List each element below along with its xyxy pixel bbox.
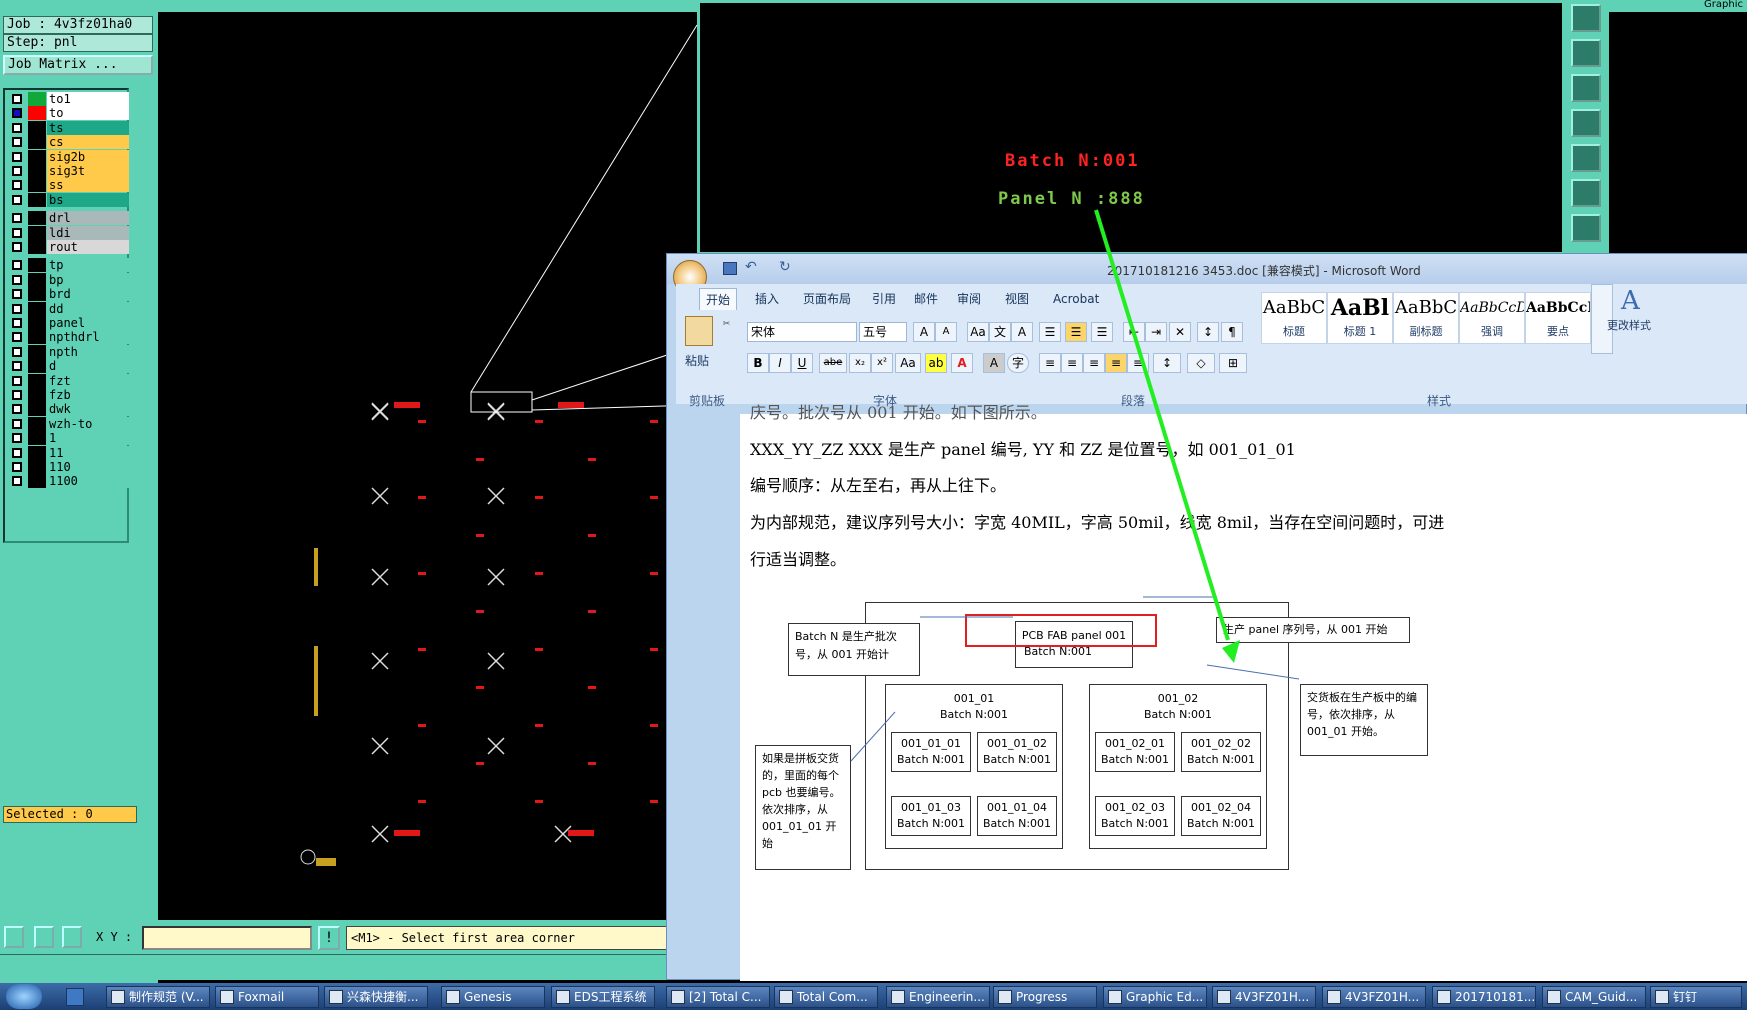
taskbar-item-label: Graphic Ed...	[1126, 990, 1204, 1004]
taskbar-item-2[interactable]: 兴森快捷衡...	[324, 986, 428, 1008]
taskbar-item-label: Genesis	[464, 990, 512, 1004]
app-icon	[671, 990, 685, 1004]
taskbar-item-11[interactable]: 4V3FZ01H...	[1322, 986, 1426, 1008]
taskbar-item-7[interactable]: Engineerin...	[886, 986, 990, 1008]
taskbar-item-5[interactable]: [2] Total C...	[666, 986, 770, 1008]
taskbar-item-label: 4V3FZ01H...	[1345, 990, 1420, 1004]
app-icon	[220, 990, 234, 1004]
green-pointer-arrow	[1094, 209, 1240, 663]
app-icon	[556, 990, 570, 1004]
taskbar-item-label: Progress	[1016, 990, 1068, 1004]
app-icon	[998, 990, 1012, 1004]
app-icon	[1547, 990, 1561, 1004]
taskbar-item-label: [2] Total C...	[689, 990, 762, 1004]
taskbar: 制作规范 (V... Foxmail 兴森快捷衡... Genesis EDS工程系统 […	[0, 983, 1747, 1010]
taskbar-item-1[interactable]: Foxmail	[215, 986, 319, 1008]
taskbar-item-8[interactable]: Progress	[993, 986, 1097, 1008]
app-icon	[1327, 990, 1341, 1004]
app-icon	[1437, 990, 1451, 1004]
app-icon	[446, 990, 460, 1004]
app-icon	[1655, 990, 1669, 1004]
taskbar-item-label: 201710181...	[1455, 990, 1536, 1004]
start-button[interactable]	[6, 984, 42, 1009]
app-icon	[1217, 990, 1231, 1004]
taskbar-item-label: 钉钉	[1673, 990, 1698, 1004]
taskbar-item-label: 制作规范 (V...	[129, 990, 204, 1004]
taskbar-item-13[interactable]: CAM_Guid...	[1542, 986, 1646, 1008]
taskbar-item-10[interactable]: 4V3FZ01H...	[1212, 986, 1316, 1008]
app-icon	[329, 990, 343, 1004]
app-icon	[111, 990, 125, 1004]
quicklaunch-icon[interactable]	[66, 988, 84, 1006]
app-icon	[779, 990, 793, 1004]
taskbar-item-label: Foxmail	[238, 990, 285, 1004]
taskbar-item-3[interactable]: Genesis	[441, 986, 545, 1008]
taskbar-item-14[interactable]: 钉钉	[1650, 986, 1742, 1008]
taskbar-item-label: 兴森快捷衡...	[347, 990, 419, 1004]
taskbar-item-0[interactable]: 制作规范 (V...	[106, 986, 210, 1008]
taskbar-item-4[interactable]: EDS工程系统	[551, 986, 655, 1008]
taskbar-item-6[interactable]: Total Com...	[774, 986, 878, 1008]
app-icon	[1108, 990, 1122, 1004]
taskbar-item-label: CAM_Guid...	[1565, 990, 1638, 1004]
taskbar-item-label: 4V3FZ01H...	[1235, 990, 1310, 1004]
taskbar-item-12[interactable]: 201710181...	[1432, 986, 1536, 1008]
taskbar-item-9[interactable]: Graphic Ed...	[1103, 986, 1207, 1008]
taskbar-item-label: EDS工程系统	[574, 990, 647, 1004]
app-icon	[891, 990, 905, 1004]
taskbar-item-label: Total Com...	[797, 990, 868, 1004]
taskbar-item-label: Engineerin...	[909, 990, 985, 1004]
